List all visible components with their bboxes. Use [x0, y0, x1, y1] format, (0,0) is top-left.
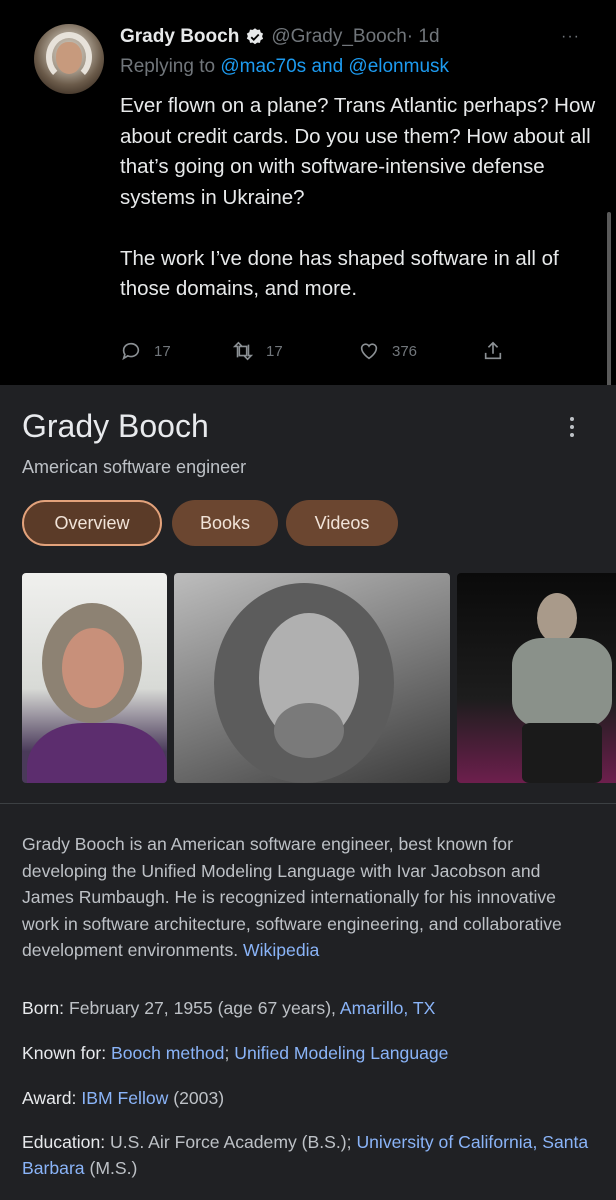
photo-3[interactable] — [457, 573, 616, 783]
tab-books[interactable]: Books — [172, 500, 278, 546]
reply-icon — [122, 342, 140, 361]
replying-to: Replying to @mac70s and @elonmusk — [120, 56, 449, 78]
panel-subtitle: American software engineer — [22, 457, 247, 477]
tweet-time: · 1d — [406, 26, 440, 47]
avatar[interactable] — [34, 24, 104, 94]
tab-videos[interactable]: Videos — [286, 500, 398, 546]
tweet: Grady Booch @Grady_Booch · 1d ··· Replyi… — [0, 0, 616, 387]
knowledge-panel: Grady Booch American software engineer O… — [0, 385, 616, 1200]
author-name[interactable]: Grady Booch — [120, 26, 239, 48]
fact-label: Known for: — [22, 1043, 107, 1063]
fact-separator: ; — [224, 1043, 230, 1063]
fact-value: U.S. Air Force Academy (B.S.); — [110, 1132, 352, 1152]
divider — [0, 803, 616, 804]
heart-icon — [360, 343, 378, 360]
tweet-text: Ever flown on a plane? Trans Atlantic pe… — [120, 91, 600, 335]
tweet-actions: 17 17 376 — [120, 340, 520, 368]
tab-overview[interactable]: Overview — [22, 500, 162, 546]
panel-title: Grady Booch — [22, 408, 209, 444]
uml-link[interactable]: Unified Modeling Language — [234, 1043, 448, 1063]
more-options-icon[interactable]: ··· — [561, 28, 580, 46]
award-link[interactable]: IBM Fellow — [81, 1088, 168, 1108]
tweet-paragraph: The work I’ve done has shaped software i… — [120, 246, 559, 301]
panel-description: Grady Booch is an American software engi… — [22, 831, 592, 964]
fact-award: Award: IBM Fellow (2003) — [22, 1085, 224, 1111]
fact-value: (M.S.) — [89, 1158, 138, 1178]
ucsb-link-part1: University of — [356, 1132, 454, 1152]
reply-button[interactable]: 17 — [120, 340, 171, 362]
more-vert-icon[interactable] — [566, 417, 578, 443]
fact-value: February 27, 1955 (age 67 years), — [68, 998, 336, 1018]
scrollbar[interactable] — [607, 212, 611, 387]
photo-1[interactable] — [22, 573, 167, 783]
verified-icon — [247, 28, 264, 45]
born-place-link[interactable]: Amarillo, TX — [340, 998, 436, 1018]
like-button[interactable]: 376 — [358, 340, 417, 362]
fact-born: Born: February 27, 1955 (age 67 years), … — [22, 995, 435, 1021]
author-handle[interactable]: @Grady_Booch — [271, 26, 406, 48]
share-icon — [484, 341, 502, 360]
avatar-face — [56, 42, 82, 74]
retweet-button[interactable]: 17 — [232, 340, 283, 362]
fact-label: Education: — [22, 1132, 106, 1152]
wikipedia-link[interactable]: Wikipedia — [243, 940, 319, 960]
tweet-paragraph: Ever flown on a plane? Trans Atlantic pe… — [120, 94, 596, 209]
fact-known-for: Known for: Booch method; Unified Modelin… — [22, 1040, 448, 1066]
reply-count: 17 — [154, 342, 171, 360]
fact-value: (2003) — [173, 1088, 225, 1108]
retweet-icon — [232, 341, 254, 361]
fact-education: Education: U.S. Air Force Academy (B.S.)… — [22, 1129, 602, 1181]
photo-2[interactable] — [174, 573, 450, 783]
booch-method-link[interactable]: Booch method — [111, 1043, 224, 1063]
tweet-header: Grady Booch @Grady_Booch · 1d — [120, 24, 440, 50]
fact-label: Born: — [22, 998, 65, 1018]
retweet-count: 17 — [266, 342, 283, 360]
fact-label: Award: — [22, 1088, 77, 1108]
replying-prefix: Replying to — [120, 56, 216, 77]
reply-targets[interactable]: @mac70s and @elonmusk — [220, 56, 449, 77]
share-button[interactable] — [482, 340, 516, 362]
like-count: 376 — [392, 342, 418, 360]
